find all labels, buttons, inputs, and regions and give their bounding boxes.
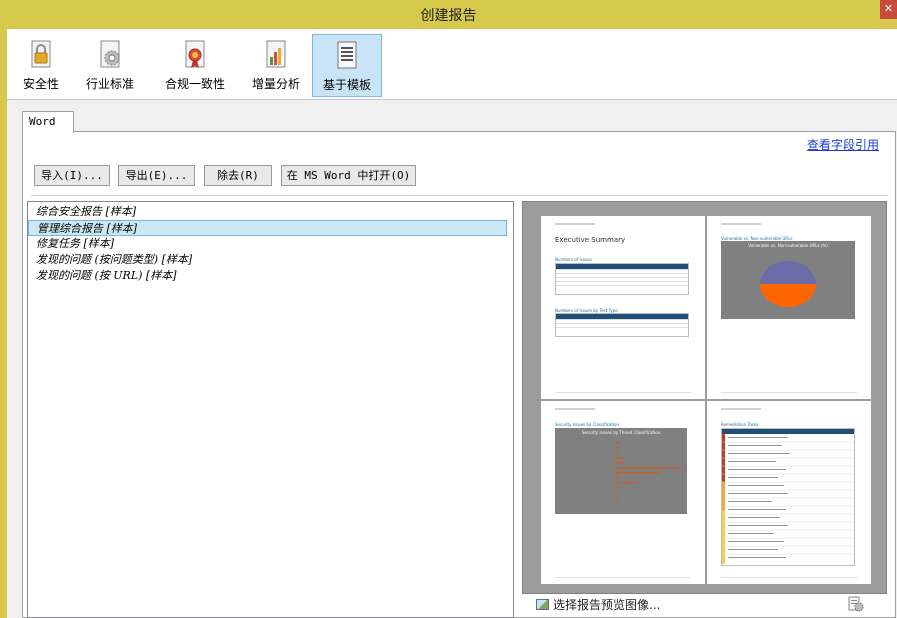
export-button[interactable]: 导出(E)... [118,165,195,186]
toolbar-template-based-button[interactable]: 基于模板 [312,34,382,97]
toolbar-security-label: 安全性 [22,77,59,91]
toolbar-template-based-label: 基于模板 [322,78,371,92]
preview-mini-table [555,263,689,295]
preview-settings-icon[interactable] [846,596,864,612]
preview-page-vulnerable-urls: Vulnerable vs. Non-vulnerable URLs Vulne… [707,216,871,399]
close-button[interactable]: ✕ [880,0,897,19]
preview-page-executive-summary: Executive Summary Numbers of Issues Numb… [541,216,705,399]
gear-document-icon [100,40,120,68]
toolbar-industry-standard-label: 行业标准 [85,77,134,91]
preview-page-heading: Remediation Tasks [721,422,759,427]
lock-icon [31,40,51,68]
select-preview-image-link[interactable]: 选择报告预览图像... [536,596,660,614]
select-preview-image-label: 选择报告预览图像... [553,598,661,612]
title-bar: 创建报告 ✕ [0,0,897,29]
import-button[interactable]: 导入(I)... [34,165,110,186]
toolbar-security-button[interactable]: 安全性 [18,34,64,97]
template-item-selected[interactable]: 管理综合报告 [样本] [28,220,507,236]
pie-chart-svg [760,261,816,307]
preview-page-remediation: Remediation Tasks [707,401,871,584]
chart-document-icon [266,40,286,68]
award-document-icon [185,40,205,68]
preview-chart-title: Security Issues by Threat Classification [581,430,661,435]
toolbar-delta-analysis-button[interactable]: 增量分析 [246,34,306,97]
tab-word[interactable]: Word [22,111,74,133]
toolbar-compliance-label: 合规一致性 [164,77,225,91]
report-type-toolbar: 安全性 行业标准 合规一致性 增量分析 基于模板 [7,29,897,100]
template-item[interactable]: 发现的问题 (按问题类型) [样本] [28,252,507,268]
toolbar-delta-analysis-label: 增量分析 [251,77,300,91]
template-document-icon [337,41,357,69]
preview-mini-table [555,313,689,337]
template-list[interactable]: 综合安全报告 [样本] 管理综合报告 [样本] 修复任务 [样本] 发现的问题 … [27,201,514,618]
field-reference-link[interactable]: 查看字段引用 [807,136,879,153]
template-item[interactable]: 修复任务 [样本] [28,236,507,252]
remove-button[interactable]: 除去(R) [204,165,272,186]
toolbar-industry-standard-button[interactable]: 行业标准 [80,34,140,97]
preview-pie-chart: Vulnerable vs. Non-vulnerable URLs (%) [721,241,855,319]
toolbar-compliance-button[interactable]: 合规一致性 [156,34,234,97]
preview-bar-chart: Security Issues by Threat Classification [555,428,687,514]
template-item[interactable]: 综合安全报告 [样本] [28,204,507,220]
close-icon: ✕ [883,2,894,15]
preview-mini-table [721,428,855,566]
report-preview: Executive Summary Numbers of Issues Numb… [522,201,887,594]
preview-chart-title: Vulnerable vs. Non-vulnerable URLs (%) [748,243,828,248]
bar-chart-svg [615,442,681,504]
window-title: 创建报告 [420,8,477,24]
divider [31,195,888,196]
preview-page-heading: Executive Summary [555,236,626,244]
preview-page-heading: Security Issues by Classification [555,422,620,427]
template-item[interactable]: 发现的问题 (按 URL) [样本] [28,268,507,284]
preview-page-classification: Security Issues by Classification Securi… [541,401,705,584]
open-in-word-button[interactable]: 在 MS Word 中打开(O) [281,165,416,186]
preview-page-subheading: Numbers of Issues [555,257,592,262]
image-icon [536,599,549,610]
